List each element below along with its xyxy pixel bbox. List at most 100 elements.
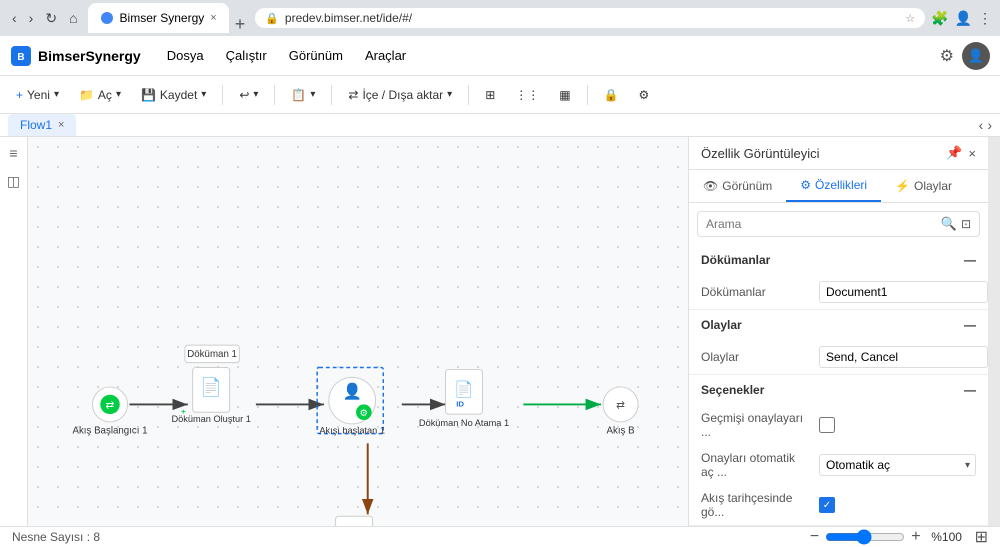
search-input[interactable] — [706, 217, 937, 231]
home-button[interactable]: ⌂ — [65, 8, 81, 28]
olaylar-input[interactable] — [819, 346, 988, 368]
group-icon: ▦ — [559, 88, 570, 102]
tab-favicon — [100, 11, 114, 25]
new-tab-button[interactable]: + — [231, 15, 250, 33]
open-chevron-icon: ▾ — [116, 89, 121, 100]
sidebar-icon-1[interactable]: ≡ — [9, 145, 17, 161]
zoom-out-button[interactable]: − — [810, 528, 819, 546]
app-logo: B BimserSynergy — [10, 45, 141, 67]
prop-row-dokumanlar: Dökümanlar ••• — [689, 275, 988, 309]
extensions-button[interactable]: 🧩 — [931, 10, 948, 27]
open-button[interactable]: 📁 Aç ▾ — [71, 84, 129, 106]
section-olaylar-header[interactable]: Olaylar — — [689, 310, 988, 340]
collapse-icon: — — [964, 253, 976, 267]
address-bar[interactable]: 🔒 predev.bimser.net/ide/#/ ☆ — [255, 8, 925, 28]
menu-araclar[interactable]: Araçlar — [355, 44, 416, 67]
object-count-value: 8 — [93, 530, 100, 544]
misc-icon: ⚙ — [639, 88, 650, 102]
otomatik-select[interactable]: Otomatik aç Manuel aç — [819, 454, 976, 476]
right-scrollbar[interactable] — [988, 137, 1000, 526]
menu-dosya[interactable]: Dosya — [157, 44, 214, 67]
profile-icon-button[interactable]: 👤 — [962, 42, 990, 70]
prop-label-gecmis: Geçmişi onaylayarı ... — [701, 411, 811, 439]
import-export-button[interactable]: ⇄ İçe / Dışa aktar ▾ — [340, 84, 460, 106]
logo-icon: B — [10, 45, 32, 67]
svg-text:ID: ID — [456, 399, 464, 408]
tab-bar: Bimser Synergy × + — [88, 3, 250, 33]
new-button[interactable]: + Yeni ▾ — [8, 84, 67, 106]
panel-tabs: 👁 Görünüm ⚙ Özellikleri ⚡ Olaylar — [689, 170, 988, 203]
canvas-area[interactable]: Akış Başlangıcı 1 ⇄ 📄 + Döküman Oluştur … — [28, 137, 688, 526]
panel-title: Özellik Görüntüleyici — [701, 146, 820, 161]
status-bar: Nesne Sayısı : 8 − + %100 ⊞ — [0, 526, 1000, 547]
grid-button[interactable]: ⊞ — [477, 84, 503, 106]
prop-label-olaylar: Olaylar — [701, 350, 811, 364]
new-icon: + — [16, 88, 23, 102]
prop-label-dokumanlar: Dökümanlar — [701, 285, 811, 299]
clipboard-button[interactable]: 📋 ▾ — [283, 84, 323, 106]
toolbar-separator-5 — [587, 85, 588, 105]
layout-button[interactable]: ⋮⋮ — [507, 84, 547, 106]
back-button[interactable]: ‹ — [8, 8, 21, 28]
save-button[interactable]: 💾 Kaydet ▾ — [133, 84, 214, 106]
section-secenekler-header[interactable]: Seçenekler — — [689, 375, 988, 405]
svg-text:B: B — [17, 52, 24, 63]
fit-screen-button[interactable]: ⊞ — [975, 527, 988, 547]
tab-strip: Flow1 × ‹ › — [0, 114, 1000, 137]
section-dokumanlar-header[interactable]: Dökümanlar — — [689, 245, 988, 275]
active-tab[interactable]: Bimser Synergy × — [88, 3, 229, 33]
new-chevron-icon: ▾ — [54, 89, 59, 100]
prop-value-olaylar: ••• — [819, 346, 1000, 368]
tab-prev-button[interactable]: ‹ — [979, 117, 984, 133]
search-bar[interactable]: 🔍 ⊡ — [697, 211, 980, 237]
svg-text:⚙: ⚙ — [359, 408, 368, 419]
toolbar-separator-3 — [331, 85, 332, 105]
app-header: B BimserSynergy Dosya Çalıştır Görünüm A… — [0, 36, 1000, 76]
tarihce-checkbox[interactable]: ✓ — [819, 497, 835, 513]
menu-calistir[interactable]: Çalıştır — [216, 44, 277, 67]
gecmis-checkbox[interactable] — [819, 417, 835, 433]
olaylar-collapse-icon: — — [964, 318, 976, 332]
browser-menu-button[interactable]: ⋮ — [978, 10, 992, 27]
undo-icon: ↩ — [239, 88, 249, 102]
misc-button[interactable]: ⚙ — [631, 84, 658, 106]
flow-tab-label: Flow1 — [20, 118, 52, 132]
close-panel-button[interactable]: × — [968, 145, 976, 161]
profile-button[interactable]: 👤 — [955, 10, 972, 27]
settings-icon-button[interactable]: ⚙ — [940, 46, 954, 66]
app-logo-text: BimserSynergy — [38, 48, 141, 64]
tab-gorunum[interactable]: 👁 Görünüm — [689, 170, 786, 202]
prop-row-olaylar: Olaylar ••• — [689, 340, 988, 374]
zoom-in-button[interactable]: + — [911, 528, 920, 546]
zoom-slider[interactable] — [825, 529, 905, 545]
flow-tab[interactable]: Flow1 × — [8, 114, 76, 136]
undo-button[interactable]: ↩ ▾ — [231, 84, 266, 106]
star-icon: ☆ — [905, 12, 915, 25]
tab-olaylar[interactable]: ⚡ Olaylar — [881, 170, 966, 202]
group-button[interactable]: ▦ — [551, 84, 578, 106]
pin-panel-button[interactable]: 📌 — [946, 145, 962, 161]
sidebar-icon-2[interactable]: ◫ — [7, 173, 20, 190]
dokumanlar-input[interactable] — [819, 281, 988, 303]
undo-chevron-icon: ▾ — [253, 89, 258, 100]
svg-text:⇄: ⇄ — [616, 399, 625, 411]
tab-close-button[interactable]: × — [210, 12, 216, 24]
fit-icon: ⊞ — [975, 529, 988, 546]
prop-label-otomatik: Onayları otomatik aç ... — [701, 451, 811, 479]
layout-icon: ⋮⋮ — [515, 88, 539, 102]
zoom-controls: − + %100 — [810, 528, 967, 546]
flow-tab-close[interactable]: × — [58, 119, 64, 131]
menu-gorunum[interactable]: Görünüm — [279, 44, 353, 67]
header-right: ⚙ 👤 — [940, 42, 990, 70]
lock-button[interactable]: 🔒 — [596, 84, 627, 106]
zoom-level: %100 — [927, 530, 967, 544]
tab-next-button[interactable]: › — [987, 117, 992, 133]
reload-button[interactable]: ↻ — [41, 8, 61, 29]
object-count-label: Nesne Sayısı : 8 — [12, 530, 100, 544]
forward-button[interactable]: › — [25, 8, 38, 28]
svg-text:📄: 📄 — [454, 380, 473, 399]
tab-ozellikleri[interactable]: ⚙ Özellikleri — [786, 170, 881, 202]
ozellikleri-icon: ⚙ — [800, 178, 811, 192]
svg-text:👤: 👤 — [342, 382, 361, 401]
search-action-button[interactable]: ⊡ — [961, 217, 971, 231]
